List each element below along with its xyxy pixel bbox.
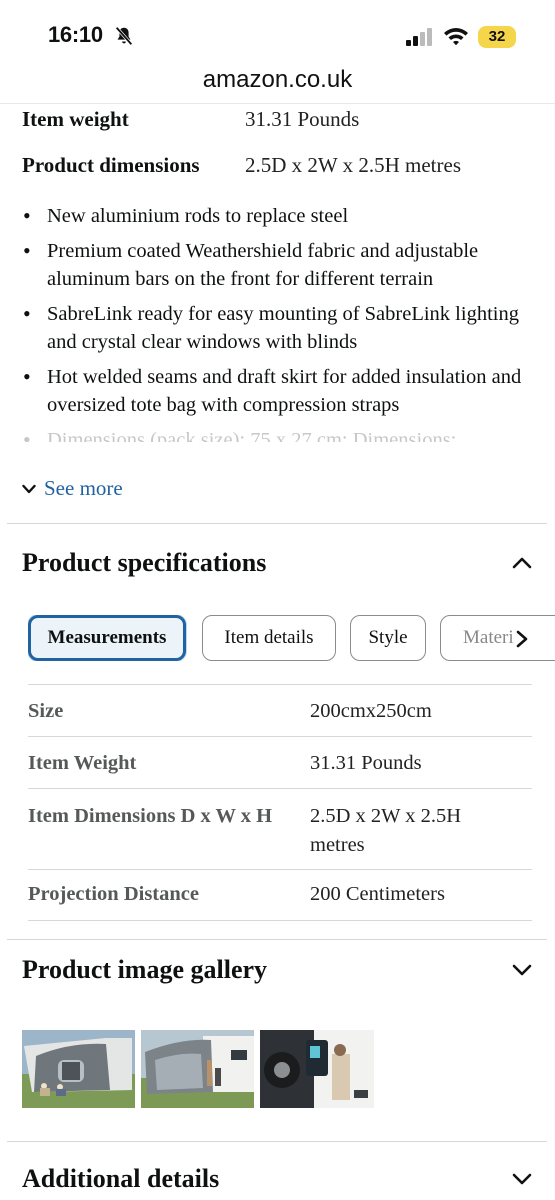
detail-value: 2.5D x 2W x 2.5H metres xyxy=(245,153,461,177)
bullet-item: SabreLink ready for easy mounting of Sab… xyxy=(22,300,537,357)
awning-image xyxy=(22,1030,135,1108)
tab-materials-label: Materi xyxy=(463,627,514,648)
spec-value: 200cmx250cm xyxy=(310,700,432,722)
spec-label: Item Dimensions D x W x H xyxy=(28,805,273,827)
bell-slash-icon xyxy=(115,26,133,46)
status-time: 16:10 xyxy=(48,22,103,47)
spec-table: Size 200cmx250cm Item Weight 31.31 Pound… xyxy=(28,684,532,921)
gallery-thumbnail-1[interactable] xyxy=(22,1030,135,1108)
bullet-item: Premium coated Weathershield fabric and … xyxy=(22,237,537,294)
section-divider xyxy=(7,523,547,524)
chevron-down-icon[interactable] xyxy=(510,958,534,982)
detail-value: 31.31 Pounds xyxy=(245,107,360,131)
gallery-thumbnail-2[interactable] xyxy=(141,1030,254,1108)
feature-bullets: New aluminium rods to replace steel Prem… xyxy=(22,202,537,448)
chevron-down-icon xyxy=(22,484,36,493)
section-divider xyxy=(7,939,547,940)
bullet-item-truncated: Dimensions (pack size): 75 x 27 cm; Dime… xyxy=(22,426,537,442)
bullet-item: New aluminium rods to replace steel xyxy=(22,202,537,231)
spec-value: 31.31 Pounds xyxy=(310,752,422,774)
chevron-right-icon[interactable] xyxy=(514,630,530,648)
spec-value: 200 Centimeters xyxy=(310,883,445,905)
see-more-label: See more xyxy=(44,476,123,500)
chevron-up-icon[interactable] xyxy=(510,551,534,575)
spec-label: Projection Distance xyxy=(28,883,199,905)
table-row: Item Weight 31.31 Pounds xyxy=(28,736,532,788)
tab-measurements[interactable]: Measurements xyxy=(28,615,186,661)
image-gallery-title: Product image gallery xyxy=(22,955,268,984)
battery-indicator: 32 xyxy=(478,26,516,48)
product-specifications-title: Product specifications xyxy=(22,548,267,577)
detail-label: Product dimensions xyxy=(22,153,200,177)
spec-value: 2.5D x 2W x 2.5H metres xyxy=(310,805,462,856)
gallery-thumbnail-3[interactable] xyxy=(260,1030,374,1108)
tab-materials[interactable]: Materi xyxy=(440,615,555,661)
see-more-link[interactable]: See more xyxy=(22,476,123,501)
fade-overlay xyxy=(0,448,555,476)
status-bar: 16:10 32 xyxy=(0,0,555,60)
table-row: Projection Distance 200 Centimeters xyxy=(28,869,532,921)
awning-image xyxy=(141,1030,254,1108)
wifi-icon xyxy=(444,28,468,46)
url-bar[interactable]: amazon.co.uk xyxy=(0,62,555,104)
tab-item-details[interactable]: Item details xyxy=(202,615,336,661)
tab-style[interactable]: Style xyxy=(350,615,426,661)
awning-image xyxy=(260,1030,374,1108)
spec-tabs: Measurements Item details Style Materi xyxy=(28,615,555,661)
detail-label: Item weight xyxy=(22,107,129,131)
table-row: Size 200cmx250cm xyxy=(28,684,532,736)
section-divider xyxy=(7,1141,547,1142)
table-row: Item Dimensions D x W x H 2.5D x 2W x 2.… xyxy=(28,788,532,869)
additional-details-title: Additional details xyxy=(22,1164,220,1193)
spec-label: Item Weight xyxy=(28,752,137,774)
chevron-down-icon[interactable] xyxy=(510,1167,534,1191)
spec-label: Size xyxy=(28,700,64,722)
cellular-signal-icon xyxy=(406,28,432,46)
bullet-item: Hot welded seams and draft skirt for add… xyxy=(22,363,537,420)
